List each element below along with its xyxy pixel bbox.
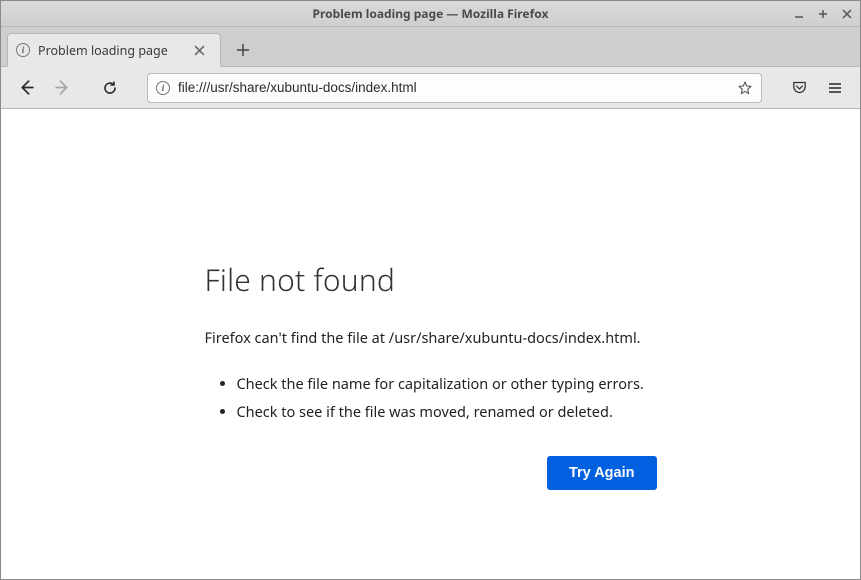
bookmark-star-icon[interactable] (737, 80, 753, 96)
minimize-icon[interactable] (792, 7, 806, 21)
error-heading: File not found (205, 259, 657, 300)
close-icon[interactable] (840, 7, 854, 21)
info-icon: i (16, 43, 30, 57)
page-content: File not found Firefox can't find the fi… (1, 109, 860, 579)
browser-tab[interactable]: i Problem loading page (7, 33, 221, 67)
tab-bar: i Problem loading page (1, 27, 860, 67)
site-info-icon[interactable]: i (156, 81, 170, 95)
button-row: Try Again (205, 456, 657, 490)
forward-button[interactable] (47, 73, 77, 103)
error-tips-list: Check the file name for capitalization o… (205, 374, 657, 422)
pocket-button[interactable] (784, 73, 814, 103)
window-titlebar: Problem loading page — Mozilla Firefox (1, 1, 860, 27)
hamburger-menu-button[interactable] (820, 73, 850, 103)
url-bar[interactable]: i (147, 73, 762, 103)
navigation-toolbar: i (1, 67, 860, 109)
maximize-icon[interactable] (816, 7, 830, 21)
reload-button[interactable] (95, 73, 125, 103)
error-message: Firefox can't find the file at /usr/shar… (205, 328, 657, 348)
tab-close-icon[interactable] (194, 45, 212, 56)
url-input[interactable] (178, 80, 729, 95)
error-panel: File not found Firefox can't find the fi… (205, 259, 657, 579)
tab-title: Problem loading page (38, 42, 186, 59)
try-again-button[interactable]: Try Again (547, 456, 657, 490)
error-tip: Check to see if the file was moved, rena… (237, 402, 657, 422)
window-title: Problem loading page — Mozilla Firefox (313, 5, 549, 22)
error-tip: Check the file name for capitalization o… (237, 374, 657, 394)
back-button[interactable] (11, 73, 41, 103)
new-tab-button[interactable] (227, 34, 259, 66)
window-controls (792, 1, 854, 27)
